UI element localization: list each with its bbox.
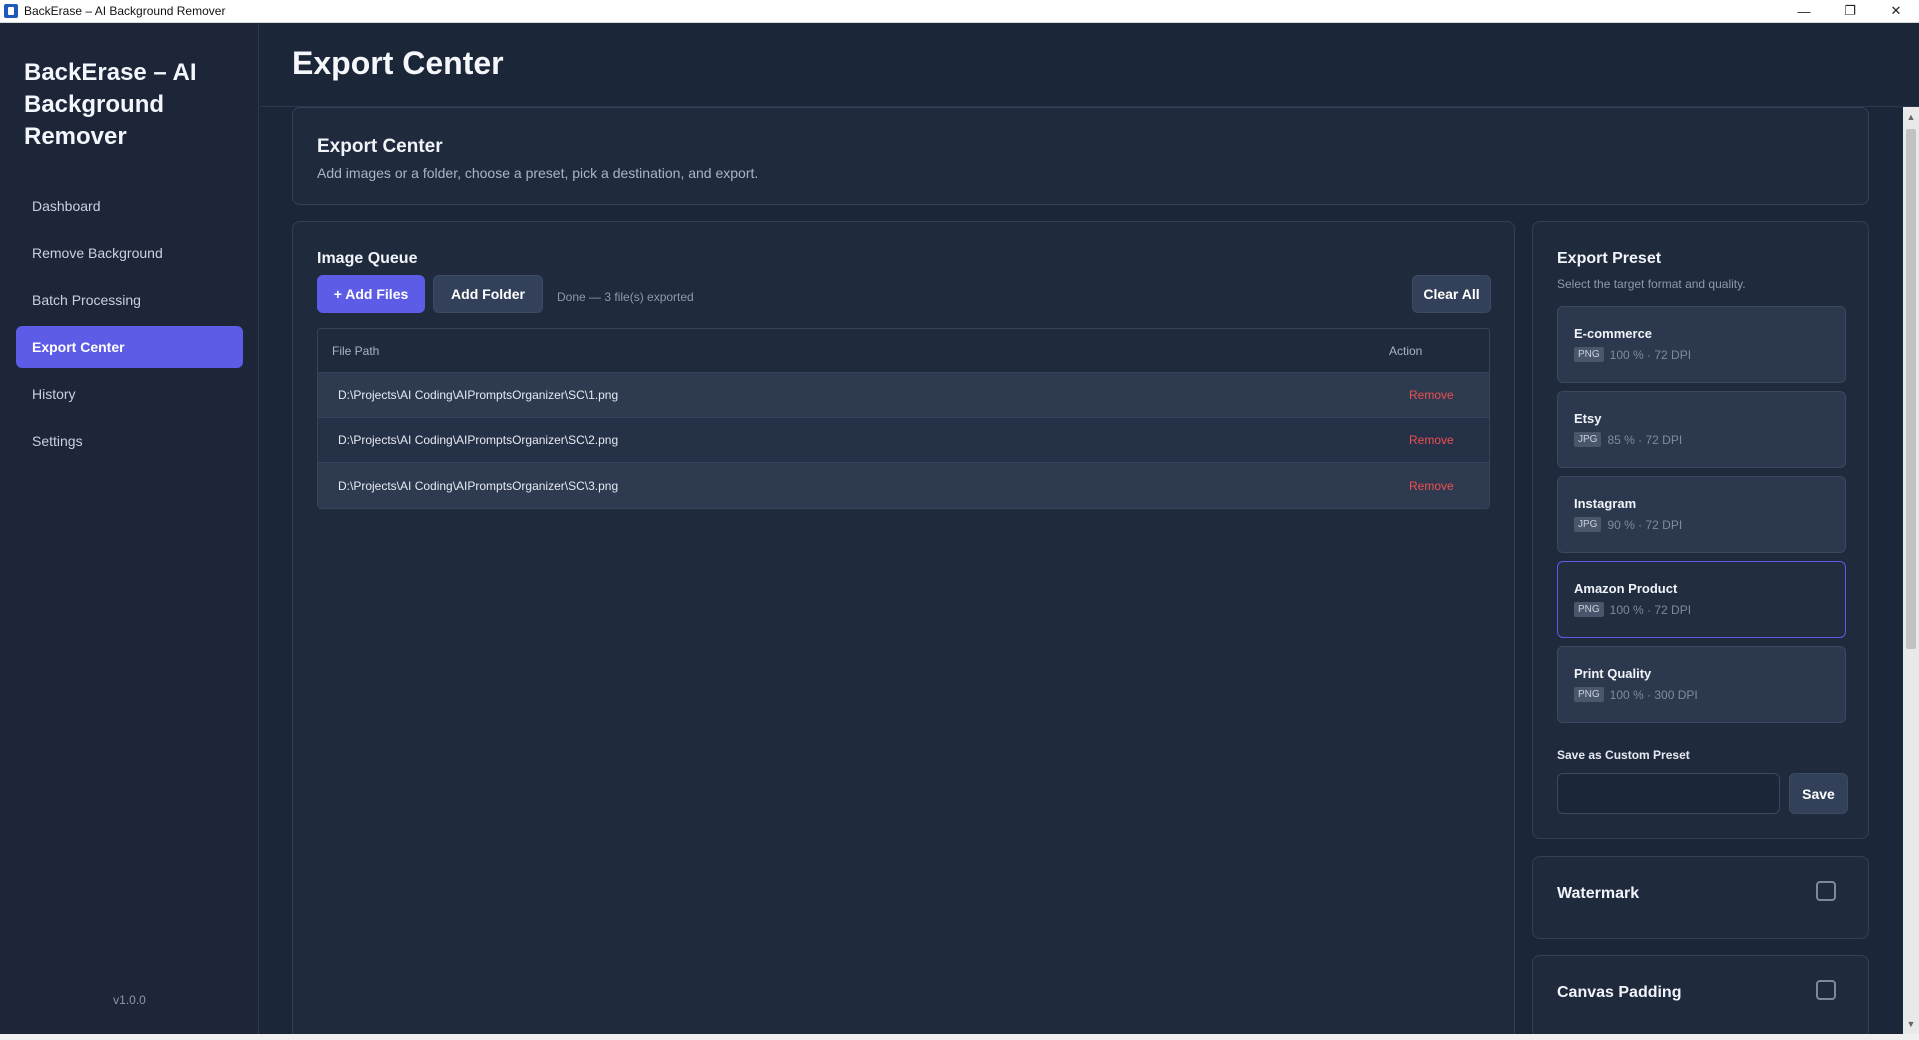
window-title: BackErase – AI Background Remover — [24, 4, 226, 18]
format-badge: PNG — [1574, 347, 1604, 362]
watermark-card: Watermark — [1532, 856, 1869, 939]
preset-details: 100 % · 72 DPI — [1609, 347, 1692, 362]
file-path-cell: D:\Projects\AI Coding\AIPromptsOrganizer… — [338, 388, 619, 402]
add-files-button[interactable]: + Add Files — [317, 275, 425, 313]
format-badge: PNG — [1574, 687, 1604, 702]
intro-title: Export Center — [317, 136, 443, 157]
page-title: Export Center — [292, 45, 504, 81]
watermark-label: Watermark — [1557, 885, 1640, 902]
image-queue-card: Image Queue + Add Files Add Folder Done … — [292, 221, 1515, 1034]
format-badge: JPG — [1574, 432, 1602, 447]
preset-option-ecommerce[interactable]: E-commerce PNG 100 % · 72 DPI — [1557, 306, 1846, 383]
canvas-padding-label: Canvas Padding — [1557, 984, 1682, 1001]
preset-option-etsy[interactable]: Etsy JPG 85 % · 72 DPI — [1557, 391, 1846, 468]
window-titlebar: BackErase – AI Background Remover — ❐ ✕ — [0, 0, 1919, 23]
scroll-up-icon[interactable]: ▲ — [1903, 109, 1919, 125]
file-path-cell: D:\Projects\AI Coding\AIPromptsOrganizer… — [338, 478, 619, 493]
watermark-checkbox[interactable] — [1816, 881, 1836, 901]
content-area: Export Center Add images or a folder, ch… — [260, 107, 1903, 1034]
preset-details: 85 % · 72 DPI — [1607, 432, 1683, 447]
preset-option-instagram[interactable]: Instagram JPG 90 % · 72 DPI — [1557, 476, 1846, 553]
table-header: File Path Action — [318, 329, 1489, 373]
content-scrollbar[interactable]: ▲ ▼ — [1903, 107, 1919, 1034]
preset-name: Print Quality — [1574, 666, 1652, 681]
remove-file-button[interactable]: Remove — [1409, 433, 1489, 447]
add-folder-button[interactable]: Add Folder — [433, 275, 543, 313]
remove-file-button[interactable]: Remove — [1409, 479, 1489, 493]
preset-name: E-commerce — [1574, 326, 1653, 341]
intro-card: Export Center Add images or a folder, ch… — [292, 107, 1869, 205]
intro-subtitle: Add images or a folder, choose a preset,… — [317, 165, 759, 181]
save-preset-button[interactable]: Save — [1789, 773, 1848, 814]
custom-preset-input[interactable] — [1557, 773, 1780, 814]
preset-details: 90 % · 72 DPI — [1607, 517, 1683, 532]
preset-details: 100 % · 72 DPI — [1609, 602, 1692, 617]
preset-name: Instagram — [1574, 496, 1637, 511]
scroll-thumb[interactable] — [1906, 129, 1916, 649]
preset-meta: PNG 100 % · 72 DPI — [1574, 602, 1691, 617]
column-header-action: Action — [1389, 343, 1423, 358]
export-preset-card: Export Preset Select the target format a… — [1532, 221, 1869, 839]
close-icon[interactable]: ✕ — [1873, 0, 1919, 23]
table-row[interactable]: D:\Projects\AI Coding\AIPromptsOrganizer… — [318, 463, 1489, 508]
export-preset-title: Export Preset — [1557, 250, 1662, 267]
sidebar-nav: Dashboard Remove Background Batch Proces… — [16, 185, 243, 467]
column-header-file-path: File Path — [332, 343, 380, 358]
sidebar-item-dashboard[interactable]: Dashboard — [16, 185, 243, 227]
file-path-cell: D:\Projects\AI Coding\AIPromptsOrganizer… — [338, 433, 619, 447]
preset-option-print-quality[interactable]: Print Quality PNG 100 % · 300 DPI — [1557, 646, 1846, 723]
app-brand: BackErase – AI Background Remover — [24, 59, 197, 150]
clear-all-button[interactable]: Clear All — [1412, 275, 1491, 313]
table-row[interactable]: D:\Projects\AI Coding\AIPromptsOrganizer… — [318, 418, 1489, 463]
table-row[interactable]: D:\Projects\AI Coding\AIPromptsOrganizer… — [318, 373, 1489, 418]
sidebar-item-settings[interactable]: Settings — [16, 420, 243, 462]
format-badge: PNG — [1574, 602, 1604, 617]
main-header: Export Center — [260, 23, 1919, 107]
preset-meta: JPG 85 % · 72 DPI — [1574, 432, 1682, 447]
app-logo-icon — [4, 4, 18, 18]
file-queue-table: File Path Action D:\Projects\AI Coding\A… — [317, 328, 1490, 509]
app-version: v1.0.0 — [113, 993, 146, 1007]
scroll-down-icon[interactable]: ▼ — [1903, 1016, 1919, 1032]
window-bottom-edge — [0, 1034, 1919, 1040]
export-preset-subtitle: Select the target format and quality. — [1557, 277, 1746, 291]
preset-meta: PNG 100 % · 300 DPI — [1574, 687, 1698, 702]
canvas-padding-checkbox[interactable] — [1816, 980, 1836, 1000]
preset-meta: PNG 100 % · 72 DPI — [1574, 347, 1691, 362]
preset-details: 100 % · 300 DPI — [1609, 687, 1698, 702]
image-queue-title: Image Queue — [317, 250, 418, 267]
sidebar: BackErase – AI Background Remover Dashbo… — [0, 23, 259, 1034]
canvas-padding-card: Canvas Padding — [1532, 955, 1869, 1034]
minimize-icon[interactable]: — — [1781, 0, 1827, 23]
remove-file-button[interactable]: Remove — [1409, 388, 1489, 402]
custom-preset-label: Save as Custom Preset — [1557, 748, 1690, 762]
preset-name: Amazon Product — [1574, 581, 1678, 596]
preset-name: Etsy — [1574, 411, 1602, 426]
sidebar-item-batch-processing[interactable]: Batch Processing — [16, 279, 243, 321]
preset-option-amazon-product[interactable]: Amazon Product PNG 100 % · 72 DPI — [1557, 561, 1846, 638]
preset-meta: JPG 90 % · 72 DPI — [1574, 517, 1682, 532]
maximize-icon[interactable]: ❐ — [1827, 0, 1873, 23]
sidebar-item-remove-background[interactable]: Remove Background — [16, 232, 243, 274]
sidebar-item-export-center[interactable]: Export Center — [16, 326, 243, 368]
export-status-text: Done — 3 file(s) exported — [557, 290, 694, 304]
format-badge: JPG — [1574, 517, 1602, 532]
sidebar-item-history[interactable]: History — [16, 373, 243, 415]
